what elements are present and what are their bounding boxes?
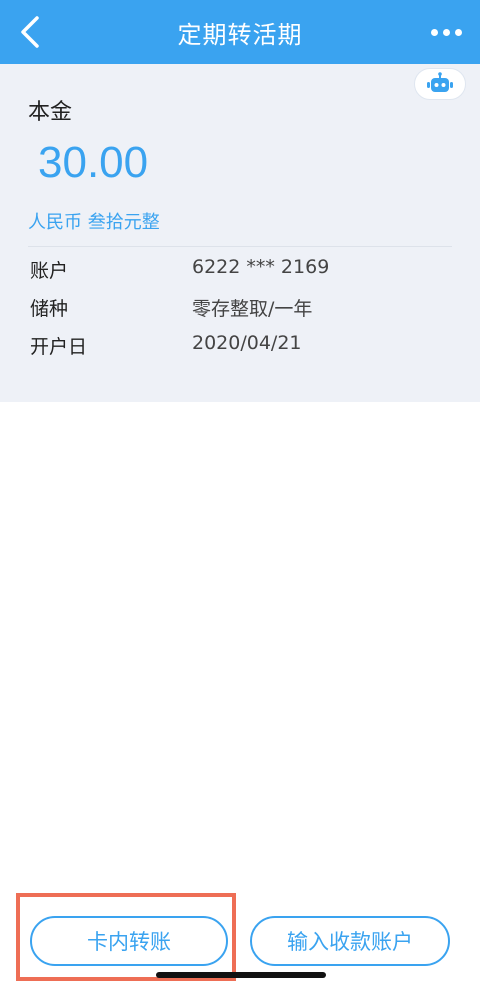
robot-icon [427, 72, 453, 92]
detail-value: 零存整取/一年 [192, 298, 313, 320]
page-title: 定期转活期 [177, 20, 303, 49]
assistant-button[interactable] [414, 68, 466, 100]
detail-row-deposit-type: 储种 零存整取/一年 [0, 294, 480, 324]
screen: 定期转活期 本金 30.00 人民币 叁拾元整 账户 6222 *** 2169… [0, 0, 480, 988]
home-indicator[interactable] [156, 972, 326, 978]
principal-amount: 30.00 [38, 138, 149, 187]
nav-header: 定期转活期 [0, 0, 480, 64]
detail-label: 账户 [30, 260, 69, 282]
more-dot [442, 28, 450, 36]
detail-label: 储种 [30, 298, 69, 320]
detail-row-account: 账户 6222 *** 2169 [0, 256, 480, 286]
enter-payee-account-button[interactable]: 输入收款账户 [250, 916, 450, 966]
more-dot [454, 28, 462, 36]
principal-label: 本金 [28, 100, 73, 125]
detail-label: 开户日 [30, 336, 88, 358]
more-dots-icon [430, 28, 438, 36]
detail-value: 6222 *** 2169 [192, 256, 330, 278]
divider [28, 246, 452, 247]
highlight-box [16, 893, 236, 981]
detail-row-open-date: 开户日 2020/04/21 [0, 332, 480, 362]
amount-in-words: 人民币 叁拾元整 [28, 212, 160, 233]
detail-value: 2020/04/21 [192, 332, 302, 354]
more-button[interactable] [426, 20, 466, 44]
